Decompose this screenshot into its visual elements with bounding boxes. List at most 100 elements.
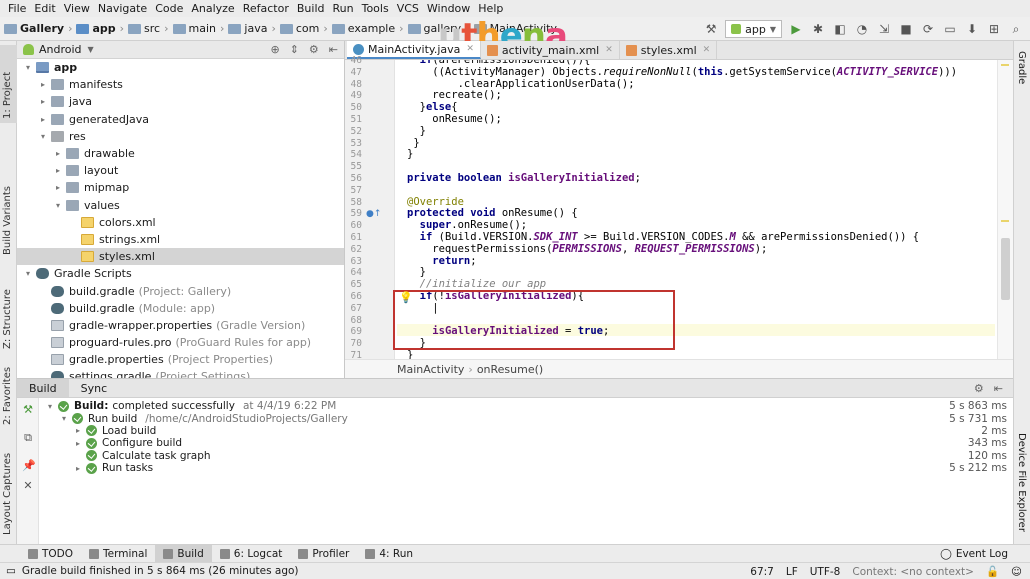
- chevron-right-icon[interactable]: ▸: [53, 183, 63, 192]
- context-indicator[interactable]: Context: <no context>: [852, 566, 974, 578]
- hide-icon[interactable]: ⇤: [994, 382, 1003, 395]
- collapse-all-icon[interactable]: ⇕: [290, 43, 299, 56]
- chevron-right-icon[interactable]: ▸: [53, 149, 63, 158]
- tab-project[interactable]: 1: Project: [0, 45, 17, 123]
- warning-marker[interactable]: [1001, 64, 1009, 66]
- chevron-right-icon[interactable]: ▸: [73, 464, 83, 473]
- build-output-row[interactable]: ▸ Run tasks 5 s 212 ms: [39, 462, 1013, 474]
- tree-item[interactable]: proguard-rules.pro (ProGuard Rules for ap…: [17, 334, 344, 351]
- editor-tab[interactable]: activity_main.xml ✕: [481, 41, 620, 59]
- breadcrumb-item[interactable]: app: [76, 22, 116, 35]
- menu-item-navigate[interactable]: Navigate: [94, 0, 151, 17]
- menu-item-code[interactable]: Code: [151, 0, 187, 17]
- build-output-row[interactable]: ▾ Build: completed successfully at 4/4/19 6…: [39, 400, 1013, 412]
- tab-structure[interactable]: Z: Structure: [0, 271, 17, 351]
- editor-breadcrumb-item[interactable]: MainActivity: [397, 363, 464, 376]
- menu-item-view[interactable]: View: [60, 0, 94, 17]
- tree-item[interactable]: ▸ drawable: [17, 145, 344, 162]
- tool-button-todo[interactable]: TODO: [20, 545, 81, 562]
- menu-item-window[interactable]: Window: [423, 0, 474, 17]
- tree-item[interactable]: ▸ mipmap: [17, 179, 344, 196]
- debug-icon[interactable]: ✱: [810, 21, 826, 37]
- avd-manager-icon[interactable]: ▭: [942, 21, 958, 37]
- run-icon[interactable]: ▶: [788, 21, 804, 37]
- close-icon[interactable]: ✕: [466, 44, 474, 54]
- run-config-select[interactable]: app ▼: [725, 20, 782, 38]
- tab-favorites[interactable]: 2: Favorites: [0, 359, 17, 429]
- tool-button-4-run[interactable]: 4: Run: [357, 545, 421, 562]
- build-output-row[interactable]: ▾ Run build/home/c/AndroidStudioProjects/…: [39, 412, 1013, 425]
- file-encoding[interactable]: UTF-8: [810, 566, 841, 578]
- tree-item[interactable]: ▾ res: [17, 128, 344, 145]
- tree-item[interactable]: ▸ java: [17, 93, 344, 110]
- menu-item-tools[interactable]: Tools: [358, 0, 393, 17]
- editor-tab[interactable]: styles.xml ✕: [620, 41, 718, 59]
- hammer-icon[interactable]: ⚒: [22, 404, 34, 416]
- chevron-down-icon[interactable]: ▼: [88, 45, 94, 54]
- project-view-mode[interactable]: Android: [39, 43, 82, 56]
- profile-icon[interactable]: ◔: [854, 21, 870, 37]
- menu-item-run[interactable]: Run: [329, 0, 358, 17]
- tree-item[interactable]: ▸ manifests: [17, 76, 344, 93]
- sync-icon[interactable]: ⟳: [920, 21, 936, 37]
- override-icon[interactable]: ●↑: [366, 209, 381, 219]
- chevron-right-icon[interactable]: ▸: [38, 115, 48, 124]
- line-separator[interactable]: LF: [786, 566, 798, 578]
- locate-icon[interactable]: ⊕: [270, 43, 279, 56]
- hide-icon[interactable]: ⇤: [329, 43, 338, 56]
- tab-layout-captures[interactable]: Layout Captures: [0, 441, 17, 537]
- chevron-down-icon[interactable]: ▾: [38, 132, 48, 141]
- sdk-manager-icon[interactable]: ⬇: [964, 21, 980, 37]
- chevron-down-icon[interactable]: ▾: [45, 402, 55, 411]
- tree-item[interactable]: build.gradle (Project: Gallery): [17, 282, 344, 299]
- warning-marker[interactable]: [1001, 220, 1009, 222]
- stop-icon[interactable]: ■: [898, 21, 914, 37]
- tree-item[interactable]: ▾ Gradle Scripts: [17, 265, 344, 282]
- tree-item[interactable]: settings.gradle (Project Settings): [17, 368, 344, 378]
- tool-button-6-logcat[interactable]: 6: Logcat: [212, 545, 291, 562]
- editor-scrollbar[interactable]: [997, 60, 1013, 359]
- tree-item[interactable]: colors.xml: [17, 214, 344, 231]
- close-icon[interactable]: ✕: [22, 480, 34, 492]
- toggle-view-icon[interactable]: ⧉: [22, 432, 34, 444]
- tree-item[interactable]: strings.xml: [17, 231, 344, 248]
- breadcrumb-item[interactable]: main: [172, 22, 216, 35]
- chevron-right-icon[interactable]: ▸: [38, 97, 48, 106]
- coverage-icon[interactable]: ◧: [832, 21, 848, 37]
- breadcrumb-item[interactable]: com: [279, 22, 319, 35]
- tree-item[interactable]: ▾ values: [17, 197, 344, 214]
- close-icon[interactable]: ✕: [703, 45, 711, 55]
- breadcrumb-item[interactable]: src: [128, 22, 160, 35]
- lock-icon[interactable]: 🔓: [986, 565, 999, 578]
- tree-item[interactable]: gradle.properties (Project Properties): [17, 351, 344, 368]
- menu-item-analyze[interactable]: Analyze: [187, 0, 238, 17]
- chevron-right-icon[interactable]: ▸: [73, 439, 83, 448]
- tab-device-file-explorer[interactable]: Device File Explorer: [1014, 429, 1030, 539]
- tab-build[interactable]: Build: [17, 379, 69, 397]
- tab-sync[interactable]: Sync: [69, 379, 120, 397]
- tool-button-terminal[interactable]: Terminal: [81, 545, 155, 562]
- tree-item[interactable]: build.gradle (Module: app): [17, 300, 344, 317]
- chevron-right-icon[interactable]: ▸: [73, 426, 83, 435]
- tab-gradle[interactable]: Gradle: [1014, 47, 1030, 97]
- status-toggle-icon[interactable]: ▭: [6, 565, 16, 577]
- close-icon[interactable]: ✕: [605, 45, 613, 55]
- caret-position[interactable]: 67:7: [750, 566, 774, 578]
- layout-inspector-icon[interactable]: ⊞: [986, 21, 1002, 37]
- hammer-icon[interactable]: ⚒: [703, 21, 719, 37]
- build-output-row[interactable]: ▸ Load build 2 ms: [39, 425, 1013, 437]
- inspector-icon[interactable]: ☺: [1011, 566, 1022, 578]
- event-log-button[interactable]: ◯ Event Log: [940, 545, 1008, 563]
- tab-build-variants[interactable]: Build Variants: [0, 173, 17, 257]
- menu-item-vcs[interactable]: VCS: [393, 0, 423, 17]
- gear-icon[interactable]: ⚙: [309, 43, 319, 56]
- chevron-down-icon[interactable]: ▾: [23, 269, 33, 278]
- breadcrumb-item[interactable]: Gallery: [4, 22, 64, 35]
- menu-item-help[interactable]: Help: [474, 0, 507, 17]
- breadcrumb-item[interactable]: example: [331, 22, 395, 35]
- editor-breadcrumb-item[interactable]: onResume(): [477, 363, 543, 376]
- editor-tab[interactable]: MainActivity.java ✕: [347, 41, 481, 59]
- menu-item-edit[interactable]: Edit: [30, 0, 59, 17]
- gear-icon[interactable]: ⚙: [974, 382, 984, 395]
- chevron-down-icon[interactable]: ▾: [53, 201, 63, 210]
